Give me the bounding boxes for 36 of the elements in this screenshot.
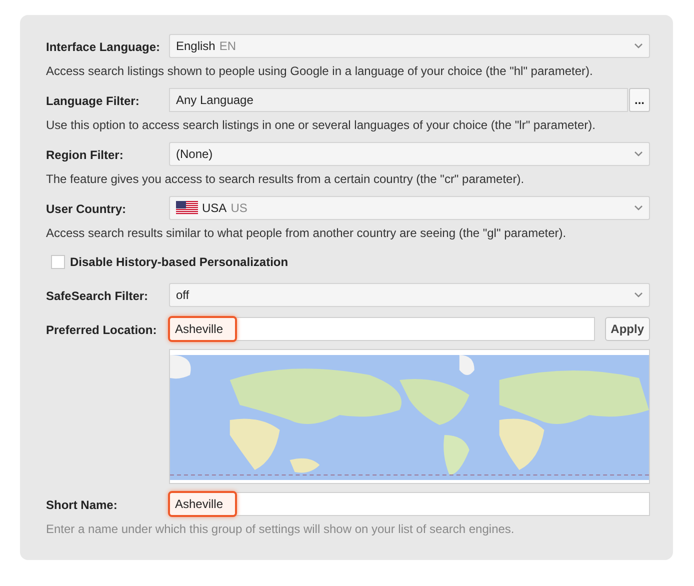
- field-value: Asheville: [168, 491, 238, 517]
- dropdown-value: (None): [176, 146, 213, 163]
- field-label: Interface Language:: [46, 39, 162, 56]
- field-description: Use this option to access search listings in one or several languages of your choice (the "lr" parameter).: [46, 117, 596, 134]
- text-field[interactable]: Asheville: [169, 492, 650, 516]
- field-label: Short Name:: [46, 497, 118, 514]
- chevron-down-icon: [634, 205, 643, 211]
- dropdown-value: English: [176, 38, 216, 55]
- dropdown[interactable]: English EN: [169, 34, 650, 58]
- field-label: User Country:: [46, 201, 128, 218]
- dropdown[interactable]: USA US: [169, 196, 650, 220]
- apply-button[interactable]: Apply: [604, 317, 650, 341]
- field-label: Preferred Location:: [46, 322, 158, 339]
- field-description: Access search results similar to what people from another country are seeing (the "gl" parameter).: [46, 225, 568, 242]
- picker-value: Any Language: [176, 92, 254, 109]
- dropdown-value: off: [176, 287, 190, 304]
- field-label: Region Filter:: [46, 147, 124, 164]
- dropdown-code: US: [230, 200, 248, 217]
- field-value: Asheville: [168, 316, 238, 342]
- field-label: Language Filter:: [46, 93, 140, 110]
- field-description: Enter a name under which this group of settings will show on your list of search engines.: [46, 521, 516, 538]
- picker-field[interactable]: Any Language: [169, 88, 628, 112]
- chevron-down-icon: [634, 43, 643, 49]
- dropdown-code: EN: [219, 38, 236, 55]
- dropdown[interactable]: off: [169, 283, 650, 307]
- chevron-down-icon: [634, 292, 643, 298]
- chevron-down-icon: [634, 151, 643, 157]
- field-description: Access search listings shown to people using Google in a language of your choice (the "hl" parameter).: [46, 63, 594, 80]
- field-description: The feature gives you access to search results from a certain country (the "cr" parameter).: [46, 171, 526, 188]
- dropdown-value: USA: [202, 200, 227, 217]
- text-field[interactable]: Asheville: [169, 317, 595, 341]
- checkbox[interactable]: [51, 255, 65, 269]
- dropdown[interactable]: (None): [169, 142, 650, 166]
- field-label: SafeSearch Filter:: [46, 288, 150, 305]
- checkbox-label: Disable History-based Personalization: [70, 254, 288, 271]
- browse-button[interactable]: ...: [629, 88, 650, 112]
